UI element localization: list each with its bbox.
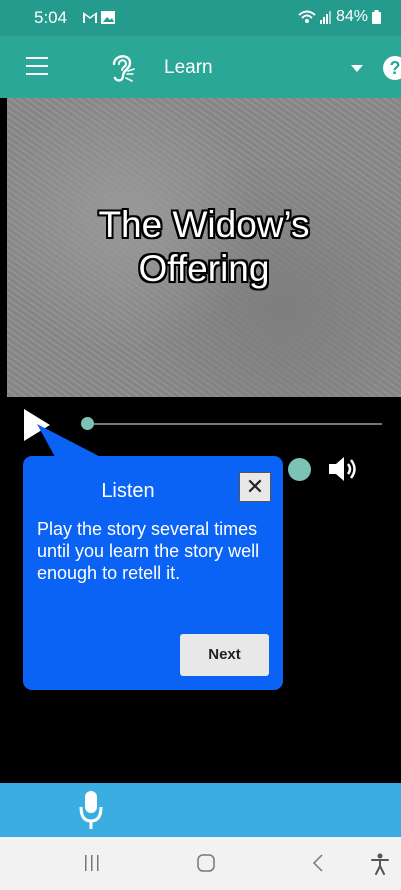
app-bar: Learn ? xyxy=(0,36,401,98)
wifi-icon xyxy=(298,10,316,23)
battery-percent: 84% xyxy=(335,8,368,25)
battery-icon xyxy=(372,10,381,24)
status-bar: 5:04 84% xyxy=(0,0,401,36)
recent-apps-icon[interactable] xyxy=(84,853,100,873)
story-title: The Widow’s Offering xyxy=(7,203,401,291)
story-title-line2: Offering xyxy=(138,248,270,289)
image-icon xyxy=(101,11,115,24)
listen-tooltip: Listen ✕ Play the story several times un… xyxy=(23,456,283,690)
screen-title[interactable]: Learn xyxy=(164,57,213,79)
back-icon[interactable] xyxy=(311,853,325,873)
progress-knob[interactable] xyxy=(81,417,94,430)
help-icon[interactable]: ? xyxy=(383,56,401,80)
tooltip-title: Listen xyxy=(101,480,155,502)
dropdown-caret-icon[interactable] xyxy=(351,65,363,72)
volume-knob[interactable] xyxy=(288,458,311,481)
status-right: 84% xyxy=(298,8,381,26)
menu-icon[interactable] xyxy=(26,57,48,75)
system-nav-bar xyxy=(0,837,401,890)
ear-icon xyxy=(112,55,135,82)
accessibility-icon[interactable] xyxy=(371,853,389,875)
speaker-icon[interactable] xyxy=(328,455,360,483)
status-time: 5:04 xyxy=(34,8,68,27)
tooltip-body: Play the story several times until you l… xyxy=(37,519,260,583)
story-image: The Widow’s Offering xyxy=(7,98,401,397)
play-icon[interactable] xyxy=(24,409,50,441)
signal-icon xyxy=(319,11,331,24)
story-title-line1: The Widow’s xyxy=(98,204,310,245)
record-bar xyxy=(0,783,401,837)
close-button[interactable]: ✕ xyxy=(239,472,271,502)
mail-icon xyxy=(83,12,97,23)
next-button[interactable]: Next xyxy=(180,634,269,676)
microphone-icon[interactable] xyxy=(78,789,104,833)
progress-track[interactable] xyxy=(92,423,382,425)
home-icon[interactable] xyxy=(196,853,216,873)
